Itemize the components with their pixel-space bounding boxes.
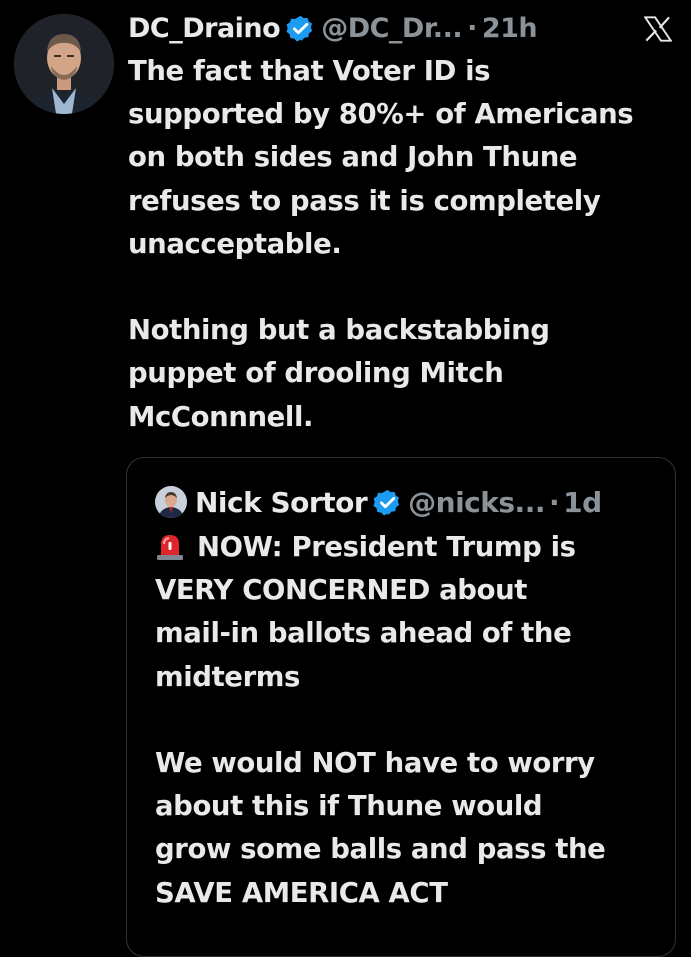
- separator-dot: ·: [467, 12, 477, 44]
- tweet-header: DC_Draino @DC_Dr... · 21h: [128, 10, 680, 46]
- author-avatar[interactable]: [14, 14, 114, 114]
- tweet-text: The fact that Voter ID is supported by 8…: [128, 55, 634, 433]
- quoted-tweet-header: Nick Sortor @nicks... · 1d: [155, 482, 665, 522]
- avatar-image: [14, 14, 114, 114]
- quoted-tweet-card[interactable]: Nick Sortor @nicks... · 1d NOW: Presiden…: [126, 457, 676, 957]
- separator-dot: ·: [548, 485, 560, 519]
- quoted-tweet-text: NOW: President Trump is VERY CONCERNED a…: [155, 526, 665, 915]
- quoted-tweet-first-line: NOW: President Trump is: [197, 531, 576, 563]
- verified-badge-icon: [286, 15, 313, 42]
- author-handle[interactable]: @DC_Dr...: [321, 13, 462, 44]
- quoted-tweet-text-rest: VERY CONCERNED about mail-in ballots ahe…: [155, 574, 606, 909]
- tweet-timestamp[interactable]: 21h: [482, 13, 538, 44]
- quoted-author-avatar: [155, 486, 187, 518]
- x-logo-icon[interactable]: [644, 16, 672, 42]
- quoted-avatar-image: [155, 486, 187, 518]
- verified-badge-icon: [373, 489, 400, 516]
- quoted-tweet: Nick Sortor @nicks... · 1d NOW: Presiden…: [155, 482, 665, 915]
- tweet: DC_Draino @DC_Dr... · 21h The fact that …: [128, 10, 680, 439]
- author-name[interactable]: DC_Draino: [128, 13, 281, 44]
- rotating-light-emoji-icon: [157, 535, 183, 560]
- quoted-tweet-timestamp: 1d: [563, 485, 602, 519]
- quoted-author-handle: @nicks...: [408, 485, 545, 519]
- quoted-author-name: Nick Sortor: [195, 485, 368, 519]
